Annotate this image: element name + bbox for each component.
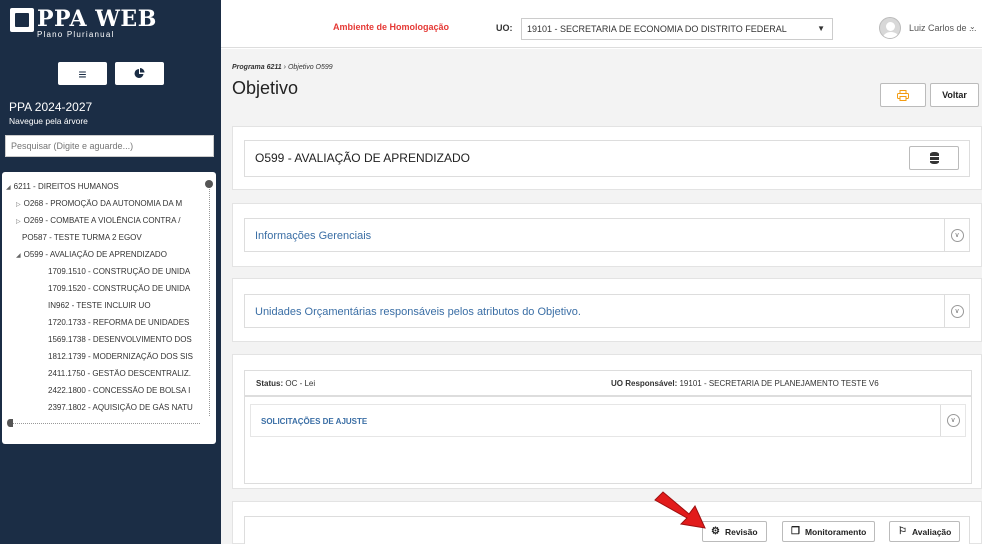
- tree-search-input[interactable]: [5, 135, 214, 157]
- chevron-down-icon[interactable]: ⌄: [969, 22, 976, 31]
- dropdown-arrow-icon: ▼: [817, 24, 825, 33]
- solicitations-title: SOLICITAÇÕES DE AJUSTE: [261, 417, 368, 426]
- database-button[interactable]: [909, 146, 959, 170]
- tree-vertical-scroll-handle[interactable]: [205, 180, 213, 188]
- expand-toggle[interactable]: ∨: [944, 295, 969, 327]
- objective-header: O599 - AVALIAÇÃO DE APRENDIZADO: [244, 140, 970, 177]
- solicitations-header[interactable]: SOLICITAÇÕES DE AJUSTE ∨: [250, 404, 966, 437]
- tree-node-action[interactable]: 2422.1800 - CONCESSÃO DE BOLSA I: [48, 386, 202, 395]
- sidebar: PPA WEB Plano Plurianual ≡ PPA 2024-2027…: [0, 0, 221, 544]
- uo-label: UO:: [496, 23, 513, 33]
- hamburger-icon: ≡: [78, 65, 87, 82]
- tree-vertical-scrollbar[interactable]: [209, 184, 210, 416]
- tree-node-action[interactable]: 1720.1733 - REFORMA DE UNIDADES: [48, 318, 202, 327]
- avaliacao-button[interactable]: ⚐ Avaliação: [889, 521, 961, 542]
- expand-icon[interactable]: ▷: [16, 219, 21, 225]
- tree-node-objective-selected[interactable]: ◢ O599 - AVALIAÇÃO DE APRENDIZADO: [16, 250, 202, 259]
- print-button[interactable]: [880, 83, 926, 107]
- uo-select[interactable]: 19101 - SECRETARIA DE ECONOMIA DO DISTRI…: [521, 18, 833, 40]
- user-name[interactable]: Luiz Carlos de ...: [909, 23, 977, 33]
- expand-toggle[interactable]: ∨: [940, 405, 965, 436]
- tree-node-action[interactable]: 1709.1510 - CONSTRUÇÃO DE UNIDA: [48, 267, 202, 276]
- uo-responsible-value: 19101 - SECRETARIA DE PLANEJAMENTO TESTE…: [679, 379, 879, 388]
- breadcrumb-separator: ›: [283, 64, 286, 71]
- info-section-header[interactable]: Informações Gerenciais ∨: [244, 218, 970, 252]
- section-title-info: Informações Gerenciais: [255, 230, 372, 242]
- logo-icon: [10, 8, 34, 32]
- action-bar: ⚙ Revisão ❐ Monitoramento ⚐ Avaliação: [232, 501, 982, 544]
- uo-responsible: UO Responsável: 19101 - SECRETARIA DE PL…: [611, 379, 879, 388]
- tree-hint: Navegue pela árvore: [9, 116, 88, 126]
- units-section-header[interactable]: Unidades Orçamentárias responsáveis pelo…: [244, 294, 970, 328]
- tree-node-action[interactable]: 2397.1802 - AQUISIÇÃO DE GÁS NATU: [48, 403, 202, 412]
- expand-toggle[interactable]: ∨: [944, 219, 969, 251]
- solicitations-panel: SOLICITAÇÕES DE AJUSTE ∨: [244, 396, 972, 484]
- uo-select-value: 19101 - SECRETARIA DE ECONOMIA DO DISTRI…: [527, 24, 787, 34]
- main-content: Programa 6211 › Objetivo O599 Objetivo V…: [221, 49, 982, 544]
- user-avatar[interactable]: [879, 17, 901, 39]
- tree-node-action[interactable]: IN962 - TESTE INCLUIR UO: [48, 301, 202, 310]
- tree-node-objective[interactable]: ▷ O268 - PROMOÇÃO DA AUTONOMIA DA M: [16, 199, 202, 208]
- pie-chart-icon: [134, 68, 145, 78]
- tree-node-objective[interactable]: ▷ O269 - COMBATE A VIOLÊNCIA CONTRA /: [16, 216, 202, 225]
- tree-horizontal-scroll-handle[interactable]: [7, 419, 13, 427]
- tree-node-program[interactable]: ◢ 6211 - DIREITOS HUMANOS: [6, 182, 202, 191]
- app-logo[interactable]: PPA WEB Plano Plurianual: [10, 8, 157, 39]
- environment-label: Ambiente de Homologação: [333, 22, 450, 32]
- breadcrumb: Programa 6211 › Objetivo O599: [232, 64, 333, 71]
- tree-node-action[interactable]: 2411.1750 - GESTÃO DESCENTRALIZ.: [48, 369, 202, 378]
- logo-subtitle: Plano Plurianual: [37, 30, 115, 39]
- top-header: Ambiente de Homologação UO: 19101 - SECR…: [221, 0, 982, 48]
- collapse-icon[interactable]: ◢: [6, 185, 11, 191]
- breadcrumb-program-link[interactable]: Programa 6211: [232, 64, 282, 71]
- expand-icon[interactable]: ▷: [16, 202, 21, 208]
- tree-node-objective[interactable]: PO587 - TESTE TURMA 2 EGOV: [22, 233, 202, 242]
- status-text: Status: OC - Lei: [256, 379, 316, 388]
- menu-toggle-button[interactable]: ≡: [58, 62, 107, 85]
- status-card: Status: OC - Lei UO Responsável: 19101 -…: [232, 354, 982, 489]
- navigation-tree: ◢ 6211 - DIREITOS HUMANOS ▷ O268 - PROMOÇÃ…: [2, 172, 216, 444]
- database-icon: [930, 152, 939, 164]
- tree-node-action[interactable]: 1569.1738 - DESENVOLVIMENTO DOS: [48, 335, 202, 344]
- ppa-period: PPA 2024-2027: [9, 100, 93, 114]
- status-value: OC - Lei: [285, 379, 316, 388]
- tree-horizontal-scrollbar[interactable]: [10, 423, 200, 424]
- objective-title: O599 - AVALIAÇÃO DE APRENDIZADO: [255, 151, 470, 165]
- page-title: Objetivo: [232, 78, 299, 98]
- status-row: Status: OC - Lei UO Responsável: 19101 -…: [244, 370, 972, 396]
- chevron-down-icon: ∨: [950, 228, 964, 242]
- units-section-card: Unidades Orçamentárias responsáveis pelo…: [232, 278, 982, 342]
- chevron-down-icon: ∨: [946, 414, 960, 427]
- print-icon: [897, 89, 909, 101]
- objective-card: O599 - AVALIAÇÃO DE APRENDIZADO: [232, 126, 982, 190]
- logo-title: PPA WEB: [37, 6, 157, 32]
- info-section-card: Informações Gerenciais ∨: [232, 203, 982, 267]
- copy-icon: ❐: [791, 526, 800, 537]
- chevron-down-icon: ∨: [950, 304, 964, 318]
- monitoramento-button[interactable]: ❐ Monitoramento: [782, 521, 876, 542]
- dashboard-button[interactable]: [115, 62, 164, 85]
- section-title-units: Unidades Orçamentárias responsáveis pelo…: [255, 306, 581, 318]
- tree-node-action[interactable]: 1812.1739 - MODERNIZAÇÃO DOS SIS: [48, 352, 202, 361]
- breadcrumb-current: Objetivo O599: [287, 64, 333, 71]
- action-bar-inner: ⚙ Revisão ❐ Monitoramento ⚐ Avaliação: [244, 516, 970, 544]
- red-arrow-annotation: [654, 491, 706, 529]
- tree-node-action[interactable]: 1709.1520 - CONSTRUÇÃO DE UNIDA: [48, 284, 202, 293]
- flag-icon: ⚐: [898, 526, 907, 537]
- back-button[interactable]: Voltar: [930, 83, 979, 107]
- collapse-icon[interactable]: ◢: [16, 253, 21, 259]
